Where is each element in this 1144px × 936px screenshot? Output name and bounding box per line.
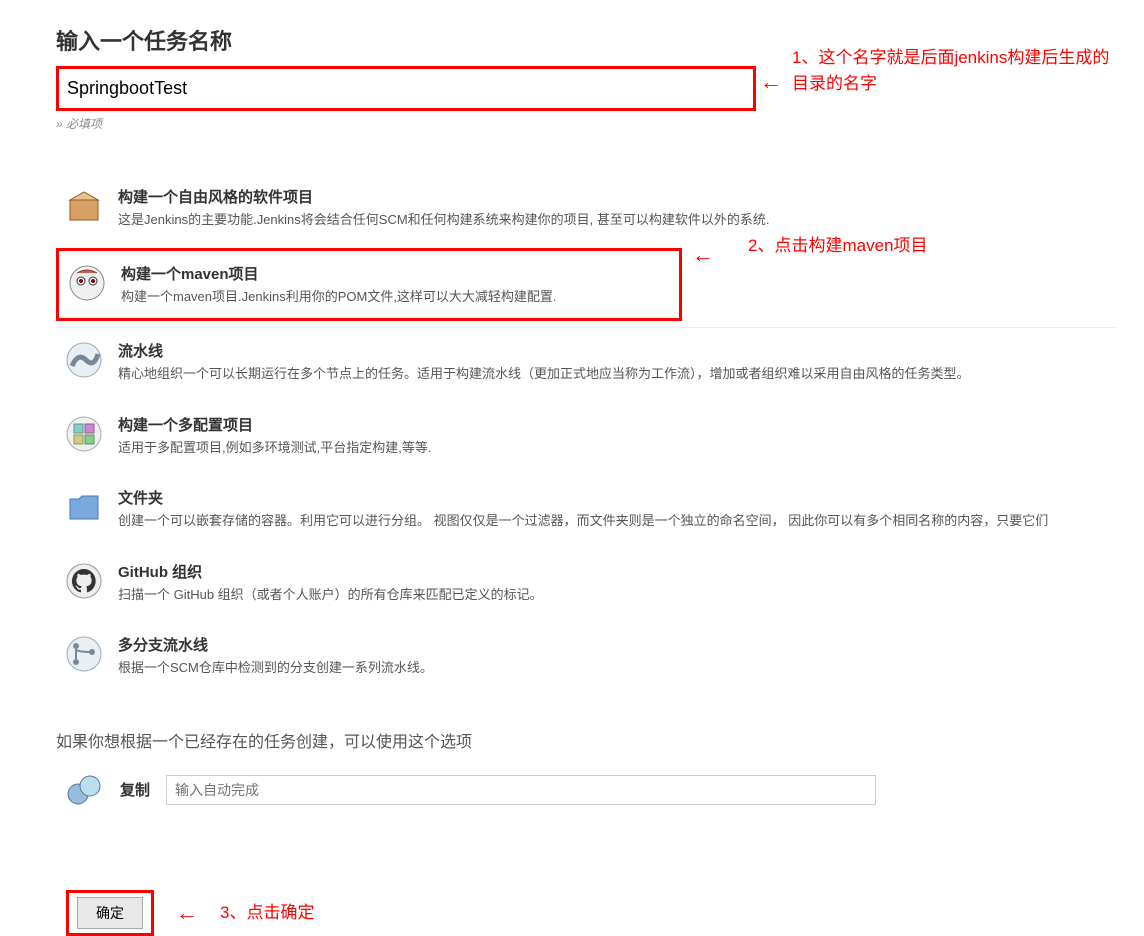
category-desc: 创建一个可以嵌套存储的容器。利用它可以进行分组。 视图仅仅是一个过滤器，而文件夹… [118, 511, 1048, 531]
copy-icon [64, 770, 104, 810]
category-freestyle[interactable]: 构建一个自由风格的软件项目 这是Jenkins的主要功能.Jenkins将会结合… [56, 174, 1144, 242]
annotation-1: 1、这个名字就是后面jenkins构建后生成的目录的名字 [792, 45, 1112, 96]
item-type-list: 构建一个自由风格的软件项目 这是Jenkins的主要功能.Jenkins将会结合… [56, 174, 1144, 690]
annotation-3: 3、点击确定 [220, 900, 314, 926]
arrow-icon: ← [692, 242, 714, 268]
category-title: 构建一个maven项目 [121, 263, 557, 284]
item-name-input[interactable] [67, 75, 745, 102]
category-title: 流水线 [118, 340, 970, 361]
item-name-input-highlight [56, 66, 756, 111]
box-icon [64, 186, 104, 226]
category-title: GitHub 组织 [118, 561, 543, 582]
copy-hint: 如果你想根据一个已经存在的任务创建，可以使用这个选项 [56, 728, 1144, 752]
category-desc: 构建一个maven项目.Jenkins利用你的POM文件,这样可以大大减轻构建配… [121, 287, 557, 307]
category-folder[interactable]: 文件夹 创建一个可以嵌套存储的容器。利用它可以进行分组。 视图仅仅是一个过滤器，… [56, 475, 1144, 543]
pipeline-icon [64, 340, 104, 380]
category-desc: 适用于多配置项目,例如多环境测试,平台指定构建,等等. [118, 438, 431, 458]
copy-label: 复制 [120, 779, 150, 800]
category-maven[interactable]: 构建一个maven项目 构建一个maven项目.Jenkins利用你的POM文件… [56, 248, 682, 322]
ok-button[interactable]: 确定 [77, 897, 143, 929]
annotation-2: 2、点击构建maven项目 [748, 233, 927, 259]
category-title: 构建一个自由风格的软件项目 [118, 186, 770, 207]
category-multibranch[interactable]: 多分支流水线 根据一个SCM仓库中检测到的分支创建一系列流水线。 [56, 622, 1144, 690]
category-desc: 扫描一个 GitHub 组织（或者个人账户）的所有仓库来匹配已定义的标记。 [118, 585, 543, 605]
copy-from-input[interactable] [166, 775, 876, 805]
github-icon [64, 561, 104, 601]
maven-icon [67, 263, 107, 303]
branch-icon [64, 634, 104, 674]
folder-icon [64, 487, 104, 527]
category-desc: 精心地组织一个可以长期运行在多个节点上的任务。适用于构建流水线（更加正式地应当称… [118, 364, 970, 384]
required-note: » 必填项 [56, 115, 1144, 132]
category-desc: 根据一个SCM仓库中检测到的分支创建一系列流水线。 [118, 658, 433, 678]
copy-section: 如果你想根据一个已经存在的任务创建，可以使用这个选项 复制 [56, 728, 1144, 810]
ok-button-highlight: 确定 [66, 890, 154, 936]
category-title: 文件夹 [118, 487, 1048, 508]
category-multiconfig[interactable]: 构建一个多配置项目 适用于多配置项目,例如多环境测试,平台指定构建,等等. [56, 402, 1144, 470]
arrow-icon: ← [760, 69, 782, 95]
multiconfig-icon [64, 414, 104, 454]
category-github-org[interactable]: GitHub 组织 扫描一个 GitHub 组织（或者个人账户）的所有仓库来匹配… [56, 549, 1144, 617]
arrow-icon: ← [176, 900, 198, 926]
category-pipeline[interactable]: 流水线 精心地组织一个可以长期运行在多个节点上的任务。适用于构建流水线（更加正式… [56, 328, 1144, 396]
category-title: 多分支流水线 [118, 634, 433, 655]
category-desc: 这是Jenkins的主要功能.Jenkins将会结合任何SCM和任何构建系统来构… [118, 210, 770, 230]
category-title: 构建一个多配置项目 [118, 414, 431, 435]
